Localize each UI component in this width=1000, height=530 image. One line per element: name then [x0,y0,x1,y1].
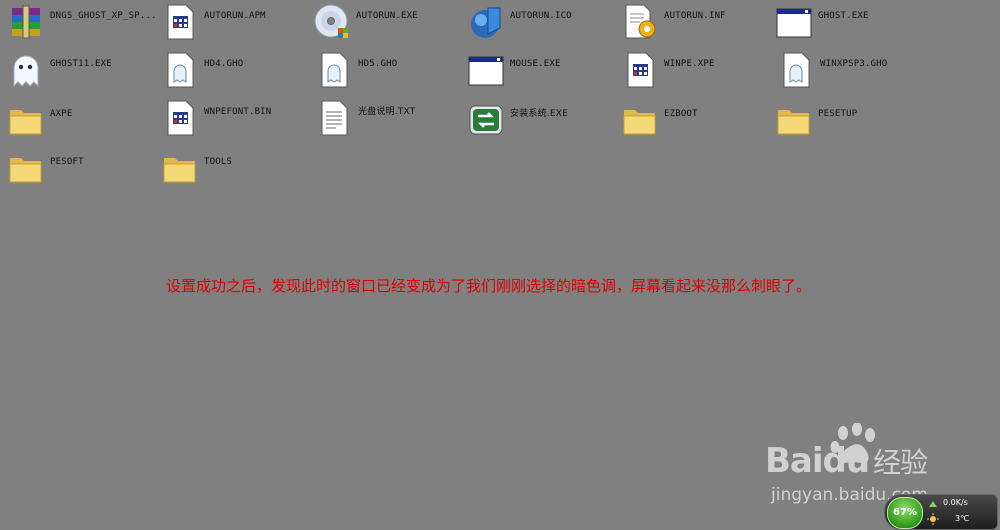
gho-file-icon [778,52,814,88]
folder-icon [8,150,44,186]
file-label: PESOFT [50,157,84,167]
file-label: 光盘说明.TXT [358,107,416,117]
network-speed: 0.0K/s [943,498,968,507]
file-label: 安装系统.EXE [510,109,568,119]
folder-ezboot[interactable]: EZBOOT [622,102,698,138]
folder-icon [622,102,658,138]
file-hd5-gho[interactable]: HD5.GHO [316,52,397,88]
ghost-icon [8,52,44,88]
install-system-icon [468,102,504,138]
file-guangpan-txt[interactable]: 光盘说明.TXT [316,100,415,136]
file-label: GHOST11.EXE [50,59,112,69]
file-winxpsp3-gho[interactable]: WINXPSP3.GHO [778,52,887,88]
gho-file-icon [162,52,198,88]
file-label: HD4.GHO [204,59,244,69]
file-autorun-ico[interactable]: AUTORUN.ICO [468,4,572,40]
gho-file-icon [316,52,352,88]
file-label: AUTORUN.APM [204,11,266,21]
folder-axpe[interactable]: AXPE [8,102,72,138]
file-label: WINXPSP3.GHO [820,59,888,69]
cd-autorun-icon [314,4,350,40]
file-label: AUTORUN.INF [664,11,726,21]
file-dngs-ghost-xp[interactable]: DNGS_GHOST_XP_SP... [8,4,157,40]
file-wnpefont-bin[interactable]: WNPEFONT.BIN [162,100,271,136]
watermark-brand-bai: Bai [765,441,824,481]
weather-sun-icon [927,513,939,525]
text-file-icon [316,100,352,136]
file-autorun-inf[interactable]: AUTORUN.INF [622,4,726,40]
folder-pesoft[interactable]: PESOFT [8,150,84,186]
xpe-file-icon [622,52,658,88]
apm-file-icon [162,4,198,40]
instruction-caption: 设置成功之后，发现此时的窗口已经变成为了我们刚刚选择的暗色调，屏幕看起来没那么刺… [166,277,812,295]
file-label: MOUSE.EXE [510,59,561,69]
file-ghost-exe[interactable]: GHOST.EXE [776,4,869,40]
file-label: AXPE [50,109,73,119]
file-label: PESETUP [818,109,858,119]
file-winpe-xpe[interactable]: WINPE.XPE [622,52,715,88]
file-label: WNPEFONT.BIN [204,107,272,117]
file-autorun-exe[interactable]: AUTORUN.EXE [314,4,418,40]
memory-usage-gauge[interactable]: 67% [887,497,923,529]
file-label: TOOLS [204,157,233,167]
watermark-brand: Baidu 经验 [765,441,928,481]
temperature-readout: 3℃ [955,514,970,523]
inf-settings-file-icon [622,4,658,40]
file-ghost11-exe[interactable]: GHOST11.EXE [8,52,112,88]
watermark-brand-du: du [822,441,871,481]
folder-pesetup[interactable]: PESETUP [776,102,857,138]
file-label: GHOST.EXE [818,11,869,21]
watermark-brand-cn: 经验 [873,446,928,479]
folder-icon [8,102,44,138]
bin-file-icon [162,100,198,136]
folder-icon [776,102,812,138]
folder-icon [162,150,198,186]
file-label: AUTORUN.ICO [510,11,572,21]
file-autorun-apm[interactable]: AUTORUN.APM [162,4,266,40]
file-label: HD5.GHO [358,59,398,69]
file-label: EZBOOT [664,109,698,119]
file-label: AUTORUN.EXE [356,11,418,21]
file-anzhuang-exe[interactable]: 安装系统.EXE [468,102,568,138]
file-mouse-exe[interactable]: MOUSE.EXE [468,52,561,88]
folder-tools[interactable]: TOOLS [162,150,232,186]
system-monitor-widget[interactable]: 67% 0.0K/s 3℃ [884,494,998,530]
winrar-archive-icon [8,4,44,40]
file-label: DNGS_GHOST_XP_SP... [50,11,157,21]
exe-window-icon [468,52,504,88]
ico-file-icon [468,4,504,40]
file-label: WINPE.XPE [664,59,715,69]
file-hd4-gho[interactable]: HD4.GHO [162,52,243,88]
network-arrow-icon [929,501,937,507]
exe-window-icon [776,4,812,40]
